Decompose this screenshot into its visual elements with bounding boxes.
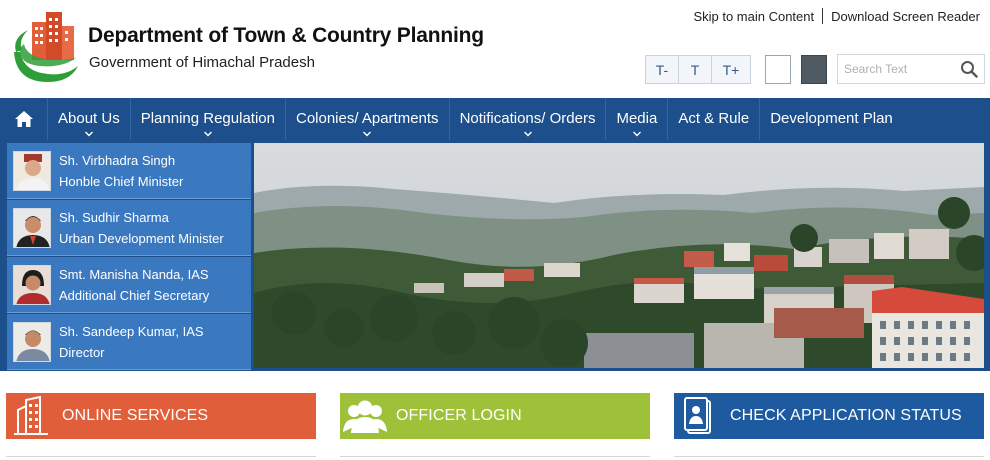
contrast-dark-button[interactable] [801, 55, 827, 84]
font-increase-button[interactable]: T+ [712, 56, 750, 83]
nav-about-us[interactable]: About Us [48, 98, 131, 140]
chevron-down-icon [632, 131, 641, 137]
official-name: Smt. Manisha Nanda, IAS [59, 266, 209, 282]
top-links: Skip to main Content Download Screen Rea… [693, 8, 980, 24]
building-icon [6, 393, 56, 439]
nav-planning-regulation[interactable]: Planning Regulation [131, 98, 286, 140]
site-header: Department of Town & Country Planning Go… [0, 0, 990, 98]
search-icon[interactable] [960, 60, 978, 78]
font-size-controls: T- T T+ [645, 55, 751, 84]
tile-label: CHECK APPLICATION STATUS [730, 407, 962, 424]
department-logo-icon[interactable] [10, 8, 80, 88]
tile-label: ONLINE SERVICES [62, 407, 209, 424]
official-name: Sh. Sandeep Kumar, IAS [59, 323, 204, 339]
font-decrease-button[interactable]: T- [646, 56, 679, 83]
users-icon [340, 393, 390, 439]
nav-media[interactable]: Media [606, 98, 669, 140]
nav-label: Act & Rule [678, 110, 750, 127]
nav-label: Colonies/ Apartments [295, 110, 439, 127]
official-name: Sh. Sudhir Sharma [59, 209, 169, 225]
official-name: Sh. Virbhadra Singh [59, 152, 176, 168]
main-nav: About Us Planning Regulation Colonies/ A… [0, 98, 990, 140]
search-box [837, 54, 985, 84]
top-links-divider [822, 8, 824, 24]
chevron-down-icon [84, 131, 93, 137]
official-card[interactable]: Smt. Manisha Nanda, IAS Additional Chief… [7, 257, 251, 313]
nav-notifications-orders[interactable]: Notifications/ Orders [450, 98, 607, 140]
nav-home-button[interactable] [0, 98, 48, 140]
chevron-down-icon [203, 131, 212, 137]
site-title: Department of Town & Country Planning [88, 24, 484, 47]
nav-label: Development Plan [770, 110, 893, 127]
check-application-status-tile[interactable]: CHECK APPLICATION STATUS [674, 393, 984, 439]
site-subtitle: Government of Himachal Pradesh [89, 54, 315, 71]
nav-label: Notifications/ Orders [459, 110, 596, 127]
tile-divider [674, 456, 984, 457]
online-services-tile[interactable]: ONLINE SERVICES [6, 393, 316, 439]
nav-development-plan[interactable]: Development Plan [760, 98, 903, 140]
nav-label: Planning Regulation [140, 110, 275, 127]
font-reset-button[interactable]: T [679, 56, 712, 83]
official-designation: Urban Development Minister [59, 230, 224, 246]
tile-divider [6, 456, 316, 457]
hero-banner [254, 140, 990, 371]
nav-act-rule[interactable]: Act & Rule [668, 98, 761, 140]
download-screen-reader-link[interactable]: Download Screen Reader [831, 9, 980, 24]
official-photo [13, 264, 51, 305]
official-designation: Additional Chief Secretary [59, 287, 210, 303]
official-photo [13, 207, 51, 248]
nav-label: About Us [58, 110, 120, 127]
tile-divider [340, 456, 650, 457]
skip-to-content-link[interactable]: Skip to main Content [693, 9, 814, 24]
officials-panel: Sh. Virbhadra Singh Honble Chief Ministe… [0, 140, 254, 371]
contrast-white-button[interactable] [765, 55, 791, 84]
search-input[interactable] [838, 55, 958, 83]
chevron-down-icon [363, 131, 372, 137]
document-icon [674, 393, 724, 439]
official-card[interactable]: Sh. Sandeep Kumar, IAS Director [7, 314, 251, 370]
official-card[interactable]: Sh. Virbhadra Singh Honble Chief Ministe… [7, 143, 251, 199]
shimla-landscape-image [254, 143, 984, 368]
official-designation: Director [59, 344, 105, 360]
home-icon [14, 111, 33, 127]
officer-login-tile[interactable]: OFFICER LOGIN [340, 393, 650, 439]
official-photo [13, 321, 51, 362]
nav-label: Media [616, 110, 658, 127]
chevron-down-icon [523, 131, 532, 137]
nav-colonies-apartments[interactable]: Colonies/ Apartments [286, 98, 450, 140]
official-photo [13, 150, 51, 191]
official-card[interactable]: Sh. Sudhir Sharma Urban Development Mini… [7, 200, 251, 256]
official-designation: Honble Chief Minister [59, 173, 184, 189]
tile-label: OFFICER LOGIN [396, 407, 522, 424]
